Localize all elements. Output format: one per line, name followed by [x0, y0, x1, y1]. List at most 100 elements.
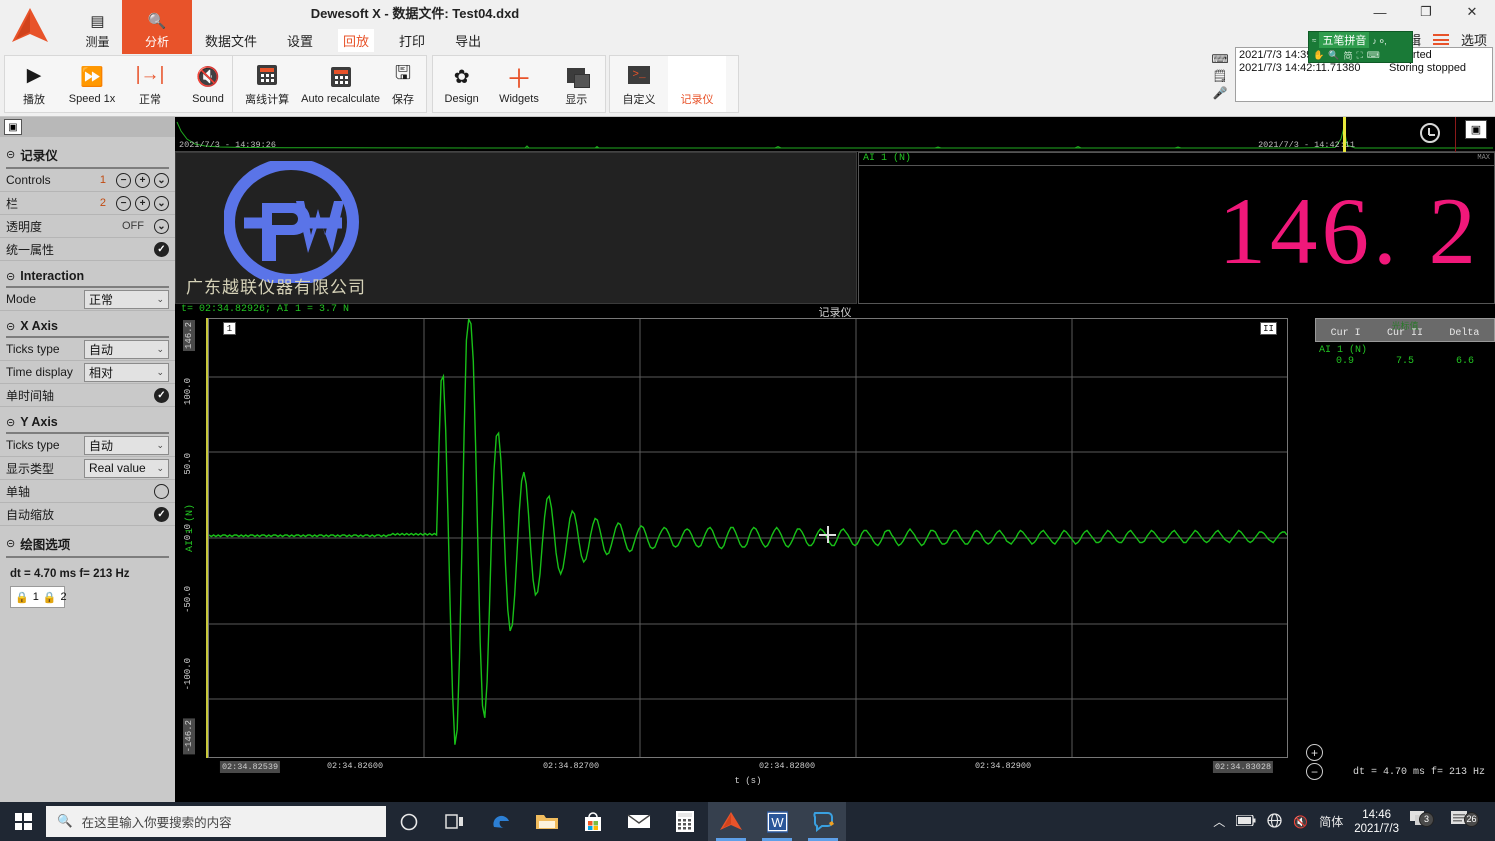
start-button[interactable]: [0, 802, 46, 841]
chevron-down-icon[interactable]: ⌄: [154, 173, 169, 188]
play-button[interactable]: ▶ 播放: [5, 56, 63, 112]
taskbar-clock[interactable]: 14:46 2021/7/3: [1354, 808, 1399, 836]
normal-button[interactable]: |→| 正常: [121, 56, 179, 112]
display-type-select[interactable]: Real value ⌄: [84, 459, 169, 478]
crosshair-cursor[interactable]: [819, 526, 836, 543]
minimize-button[interactable]: —: [1357, 0, 1403, 24]
sidebar-section-plot-options[interactable]: ⊝ 绘图选项: [0, 526, 175, 556]
mail-icon[interactable]: [616, 802, 662, 841]
minus-icon[interactable]: −: [116, 173, 131, 188]
x-axis[interactable]: 02:34.82539 02:34.82600 02:34.82700 02:3…: [208, 761, 1288, 791]
y-axis[interactable]: 146.2 100.0 50.0 0.0 -50.0 -100.0 -146.2…: [183, 318, 205, 758]
recorder-graph[interactable]: t= 02:34.82926; AI 1 = 3.7 N 记录仪 146.2 1…: [175, 304, 1495, 802]
recorder-button[interactable]: 记录仪: [668, 56, 726, 112]
chat-icon[interactable]: [800, 802, 846, 841]
x-axis-label: t (s): [208, 776, 1288, 786]
chevron-down-icon[interactable]: ⌄: [154, 219, 169, 234]
sidebar-row-columns[interactable]: 栏 2 − + ⌄: [0, 192, 175, 215]
panel-icon[interactable]: ▣: [1465, 120, 1487, 139]
menu-item-playback[interactable]: 回放: [338, 29, 374, 52]
menu-item-export[interactable]: 导出: [450, 29, 486, 52]
microsoft-store-icon[interactable]: [570, 802, 616, 841]
close-button[interactable]: ✕: [1449, 0, 1495, 24]
radio-icon[interactable]: [154, 484, 169, 499]
menu-item-settings[interactable]: 设置: [282, 29, 318, 52]
ime-panel-icon[interactable]: ⛶: [1356, 50, 1362, 61]
notification-icon-1[interactable]: 3: [1410, 810, 1440, 834]
maximize-button[interactable]: ❐: [1403, 0, 1449, 24]
mode-select[interactable]: 正常 ⌄: [84, 290, 169, 309]
sidebar-section-yaxis[interactable]: ⊝ Y Axis: [0, 407, 175, 432]
panel-collapse-icon[interactable]: ▣: [4, 119, 22, 135]
cortana-icon[interactable]: [386, 802, 432, 841]
zoom-in-button[interactable]: +: [1306, 744, 1323, 761]
cursor-marker-1[interactable]: 1: [223, 322, 236, 335]
plus-icon[interactable]: +: [135, 196, 150, 211]
display-button[interactable]: 显示: [548, 56, 605, 112]
design-button[interactable]: ✿ Design: [433, 56, 490, 112]
minus-icon[interactable]: −: [116, 196, 131, 211]
hamburger-icon[interactable]: [1433, 32, 1449, 48]
sound-button[interactable]: 🔇 Sound: [179, 56, 237, 112]
ime-keyboard-icon[interactable]: ⌨: [1367, 50, 1380, 61]
widgets-button[interactable]: ＋ Widgets: [490, 56, 547, 112]
cursor-marker-2[interactable]: II: [1260, 322, 1277, 335]
volume-mute-icon[interactable]: 🔇: [1293, 815, 1308, 829]
file-explorer-icon[interactable]: [524, 802, 570, 841]
check-icon[interactable]: ✓: [154, 242, 169, 257]
sidebar-row-single-time-axis[interactable]: 单时间轴 ✓: [0, 384, 175, 407]
task-view-icon[interactable]: [432, 802, 478, 841]
save-button[interactable]: 🖫 保存: [380, 56, 426, 112]
dewesoft-icon[interactable]: [708, 802, 754, 841]
cursor-lock-group[interactable]: 🔒 1 🔒 2: [10, 586, 65, 608]
menu-item-datafile[interactable]: 数据文件: [200, 29, 262, 52]
clock-icon[interactable]: [1420, 123, 1440, 143]
sidebar-row-time-display[interactable]: Time display 相对 ⌄: [0, 361, 175, 384]
lock-icon[interactable]: 🔒: [15, 591, 29, 604]
sidebar-row-display-type[interactable]: 显示类型 Real value ⌄: [0, 457, 175, 480]
y-ticks-type-select[interactable]: 自动 ⌄: [84, 436, 169, 455]
ime-indicator[interactable]: 简体: [1319, 813, 1343, 830]
notification-icon-2[interactable]: 26: [1451, 810, 1485, 834]
sidebar-row-x-ticks-type[interactable]: Ticks type 自动 ⌄: [0, 338, 175, 361]
network-icon[interactable]: [1267, 813, 1282, 831]
offline-calc-button[interactable]: 离线计算: [233, 56, 301, 112]
plot-area[interactable]: 1 II: [208, 318, 1288, 758]
ime-simplified-icon[interactable]: 简: [1343, 49, 1352, 62]
zoom-out-button[interactable]: −: [1306, 763, 1323, 780]
lock-icon[interactable]: 🔒: [43, 591, 57, 604]
plus-icon[interactable]: +: [135, 173, 150, 188]
tray-chevron-icon[interactable]: ︿: [1213, 813, 1225, 830]
chevron-down-icon[interactable]: ⌄: [154, 196, 169, 211]
sidebar-row-controls[interactable]: Controls 1 − + ⌄: [0, 169, 175, 192]
overview-timeline[interactable]: 2021/7/3 - 14:39:26 2021/7/3 - 14:42:11 …: [175, 117, 1495, 152]
sidebar-row-y-ticks-type[interactable]: Ticks type 自动 ⌄: [0, 434, 175, 457]
check-icon[interactable]: ✓: [154, 507, 169, 522]
x-ticks-type-select[interactable]: 自动 ⌄: [84, 340, 169, 359]
check-icon[interactable]: ✓: [154, 388, 169, 403]
time-display-select[interactable]: 相对 ⌄: [84, 363, 169, 382]
taskbar-search[interactable]: 🔍 在这里输入你要搜索的内容: [46, 806, 386, 837]
edge-icon[interactable]: [478, 802, 524, 841]
ime-name[interactable]: 五笔拼音: [1319, 32, 1369, 48]
sidebar-row-mode[interactable]: Mode 正常 ⌄: [0, 288, 175, 311]
sidebar-section-xaxis[interactable]: ⊝ X Axis: [0, 311, 175, 336]
sidebar-row-single-axis[interactable]: 单轴: [0, 480, 175, 503]
battery-icon[interactable]: [1236, 815, 1256, 829]
ime-hand-icon[interactable]: ✋: [1313, 50, 1324, 61]
speed-button[interactable]: ⏩ Speed 1x: [63, 56, 121, 112]
sidebar-section-interaction[interactable]: ⊝ Interaction: [0, 261, 175, 286]
ime-search-icon[interactable]: 🔍: [1328, 50, 1339, 61]
calculator-icon[interactable]: [662, 802, 708, 841]
ime-toolbar[interactable]: ≈ 五笔拼音 ♪ ०, ✋ 🔍 简 ⛶ ⌨: [1308, 31, 1413, 63]
sidebar-row-autoscale[interactable]: 自动缩放 ✓: [0, 503, 175, 526]
menu-item-print[interactable]: 打印: [394, 29, 430, 52]
sidebar-row-unified-props[interactable]: 统一属性 ✓: [0, 238, 175, 261]
sidebar-row-transparency[interactable]: 透明度 OFF ⌄: [0, 215, 175, 238]
word-icon[interactable]: W: [754, 802, 800, 841]
auto-recalculate-button[interactable]: Auto recalculate: [301, 56, 380, 112]
ime-chevron-icon[interactable]: ≈: [1312, 36, 1316, 45]
custom-button[interactable]: >_ 自定义: [610, 56, 668, 112]
digital-meter[interactable]: AI 1 (N) MAX 146. 2: [858, 152, 1495, 304]
sidebar-section-recorder[interactable]: ⊝ 记录仪: [0, 137, 175, 167]
